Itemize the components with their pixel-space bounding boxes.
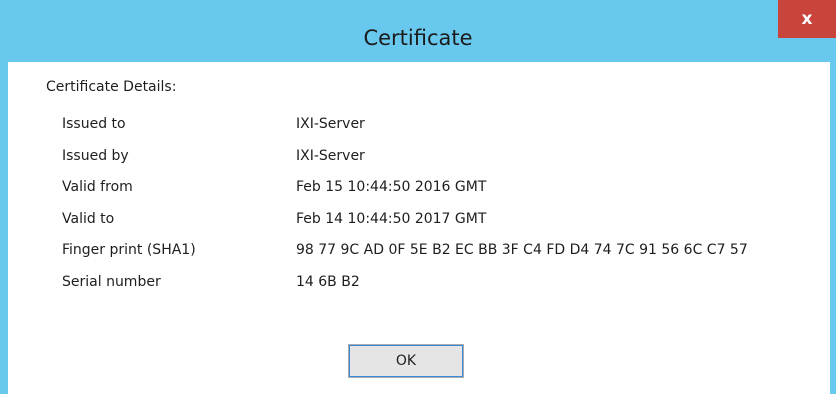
detail-label: Issued to xyxy=(62,116,126,132)
detail-value: IXI-Server xyxy=(296,148,365,164)
detail-value: Feb 15 10:44:50 2016 GMT xyxy=(296,179,487,195)
detail-label: Valid to xyxy=(62,211,115,227)
detail-value: 14 6B B2 xyxy=(296,274,360,290)
close-icon: x xyxy=(801,9,813,29)
title-bar[interactable]: Certificate x xyxy=(0,0,836,62)
certificate-details-heading: Certificate Details: xyxy=(46,79,177,95)
window-frame-right xyxy=(830,62,836,394)
detail-label: Finger print (SHA1) xyxy=(62,242,196,258)
detail-label: Issued by xyxy=(62,148,129,164)
dialog-body: Certificate Details: Issued to IXI-Serve… xyxy=(8,62,830,394)
detail-label: Serial number xyxy=(62,274,161,290)
close-button[interactable]: x xyxy=(778,0,836,38)
detail-value: Feb 14 10:44:50 2017 GMT xyxy=(296,211,487,227)
detail-value: IXI-Server xyxy=(296,116,365,132)
window-frame-left xyxy=(0,62,8,394)
ok-button[interactable]: OK xyxy=(348,344,464,378)
certificate-dialog: Certificate x Certificate Details: Issue… xyxy=(0,0,836,394)
dialog-title: Certificate xyxy=(363,26,473,50)
detail-value: 98 77 9C AD 0F 5E B2 EC BB 3F C4 FD D4 7… xyxy=(296,242,748,258)
detail-label: Valid from xyxy=(62,179,133,195)
